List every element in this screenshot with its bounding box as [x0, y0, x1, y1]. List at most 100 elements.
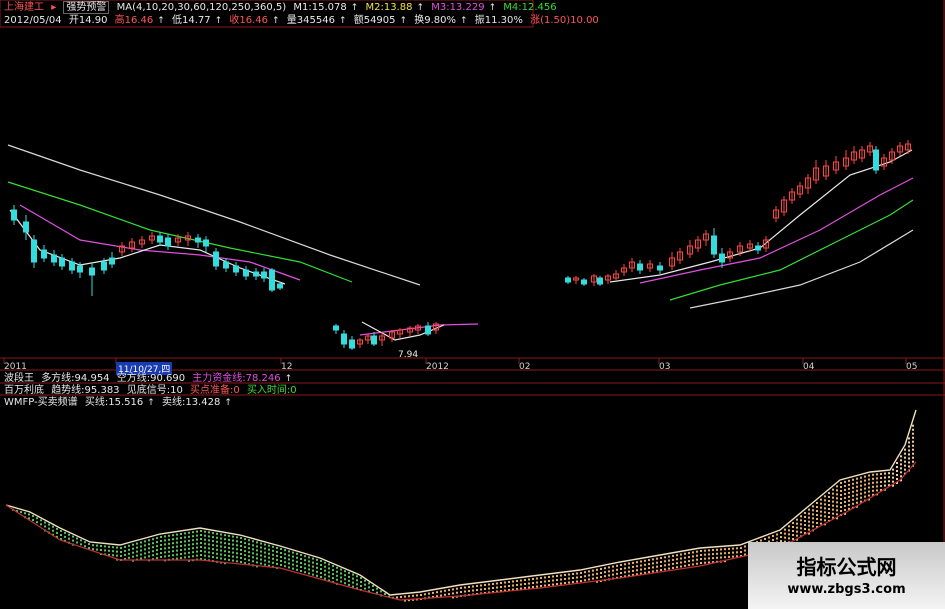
- indicator3-name[interactable]: WMFP-买卖频谱: [4, 397, 78, 408]
- spectrum-dot: [516, 580, 518, 582]
- spectrum-dot: [648, 563, 650, 566]
- spectrum-dot: [248, 547, 250, 550]
- spectrum-dot: [872, 481, 874, 484]
- spectrum-dot: [268, 552, 270, 555]
- spectrum-dot: [856, 481, 858, 484]
- spectrum-dot: [740, 547, 742, 549]
- spectrum-dot: [308, 560, 310, 563]
- header-row-1: 上海建工 ▸ 强势预警 MA(4,10,20,30,60,120,250,360…: [4, 1, 557, 14]
- spectrum-dot: [176, 541, 178, 544]
- spectrum-dot: [80, 543, 82, 546]
- indicator2-name[interactable]: 百万利底: [4, 385, 44, 396]
- spectrum-dot: [128, 552, 130, 555]
- candle-body: [719, 253, 725, 263]
- spectrum-dot: [724, 552, 726, 555]
- quote-amplitude: 振11.30%: [474, 15, 523, 26]
- spectrum-dot: [744, 545, 746, 548]
- spectrum-dot: [828, 492, 830, 494]
- spectrum-dot: [328, 575, 330, 578]
- spectrum-dot: [732, 547, 734, 550]
- spectrum-dot: [312, 557, 314, 560]
- mode-label[interactable]: 强势预警: [63, 1, 110, 14]
- spectrum-dot: [132, 543, 134, 546]
- spectrum-dot: [184, 544, 186, 547]
- spectrum-dot: [456, 587, 458, 590]
- spectrum-dot: [904, 468, 906, 471]
- spectrum-dot: [96, 548, 98, 551]
- spectrum-dot: [484, 584, 486, 586]
- spectrum-dot: [548, 580, 550, 582]
- spectrum-dot: [600, 576, 602, 578]
- spectrum-dot: [852, 490, 854, 493]
- spectrum-dot: [896, 466, 898, 468]
- spectrum-dot: [688, 556, 690, 559]
- spectrum-dot: [112, 550, 114, 553]
- spectrum-dot: [336, 574, 338, 577]
- spectrum-dot: [304, 567, 306, 570]
- spectrum-dot: [204, 530, 206, 533]
- spectrum-dot: [844, 484, 846, 487]
- spectrum-dot: [144, 556, 146, 559]
- spectrum-dot: [868, 474, 870, 477]
- spectrum-dot: [256, 557, 258, 560]
- spectrum-dot: [192, 539, 194, 542]
- spectrum-dot: [252, 552, 254, 555]
- spectrum-dot: [824, 507, 826, 510]
- spectrum-dot: [308, 556, 310, 559]
- indicator1-name[interactable]: 波段王: [4, 373, 34, 384]
- spectrum-dot: [736, 547, 738, 550]
- spectrum-dot: [576, 576, 578, 579]
- spectrum-dot: [864, 487, 866, 490]
- main-chart[interactable]: [0, 0, 945, 609]
- spectrum-dot: [676, 562, 678, 565]
- spectrum-dot: [856, 485, 858, 488]
- spectrum-dot: [132, 547, 134, 550]
- spectrum-dot: [860, 476, 862, 479]
- spectrum-dot: [88, 547, 90, 550]
- spectrum-dot: [472, 589, 474, 592]
- spectrum-dot: [308, 564, 310, 567]
- spectrum-dot: [220, 541, 222, 544]
- spectrum-dot: [260, 554, 262, 557]
- spectrum-dot: [240, 537, 242, 539]
- indicator1-bull-line: 多方线:94.954: [41, 373, 110, 384]
- spectrum-dot: [316, 558, 318, 561]
- spectrum-dot: [532, 586, 534, 588]
- spectrum-dot: [812, 517, 814, 520]
- spectrum-dot: [796, 522, 798, 525]
- candle-body: [597, 277, 603, 285]
- spectrum-dot: [92, 548, 94, 551]
- spectrum-dot: [552, 579, 554, 582]
- spectrum-dot: [332, 565, 334, 568]
- spectrum-dot: [548, 584, 550, 586]
- spectrum-dot: [40, 519, 42, 522]
- spectrum-dot: [164, 535, 166, 538]
- date-label-03: 03: [659, 362, 671, 372]
- spectrum-dot: [232, 539, 234, 542]
- spectrum-dot: [704, 561, 706, 564]
- spectrum-dot: [300, 570, 302, 572]
- spectrum-dot: [180, 541, 182, 543]
- spectrum-dot: [908, 441, 910, 444]
- spectrum-dot: [376, 591, 378, 594]
- spectrum-dot: [888, 476, 890, 479]
- spectrum-dot: [860, 480, 862, 483]
- spectrum-dot: [200, 546, 202, 548]
- spectrum-dot: [320, 564, 322, 566]
- spectrum-dot: [880, 473, 882, 475]
- spectrum-dot: [644, 571, 646, 574]
- mode-arrow-icon[interactable]: ▸: [51, 2, 56, 13]
- spectrum-dot: [700, 554, 702, 556]
- spectrum-dot: [820, 518, 822, 521]
- spectrum-dot: [228, 550, 230, 553]
- spectrum-dot: [300, 566, 302, 568]
- spectrum-dot: [564, 582, 566, 584]
- date-label-2011: 2011: [4, 362, 27, 372]
- spectrum-dot: [804, 516, 806, 518]
- spectrum-dot: [716, 552, 718, 555]
- spectrum-dot: [256, 541, 258, 544]
- spectrum-dot: [48, 523, 50, 526]
- spectrum-dot: [904, 464, 906, 467]
- spectrum-dot: [848, 491, 850, 494]
- stock-name[interactable]: 上海建工: [4, 2, 44, 13]
